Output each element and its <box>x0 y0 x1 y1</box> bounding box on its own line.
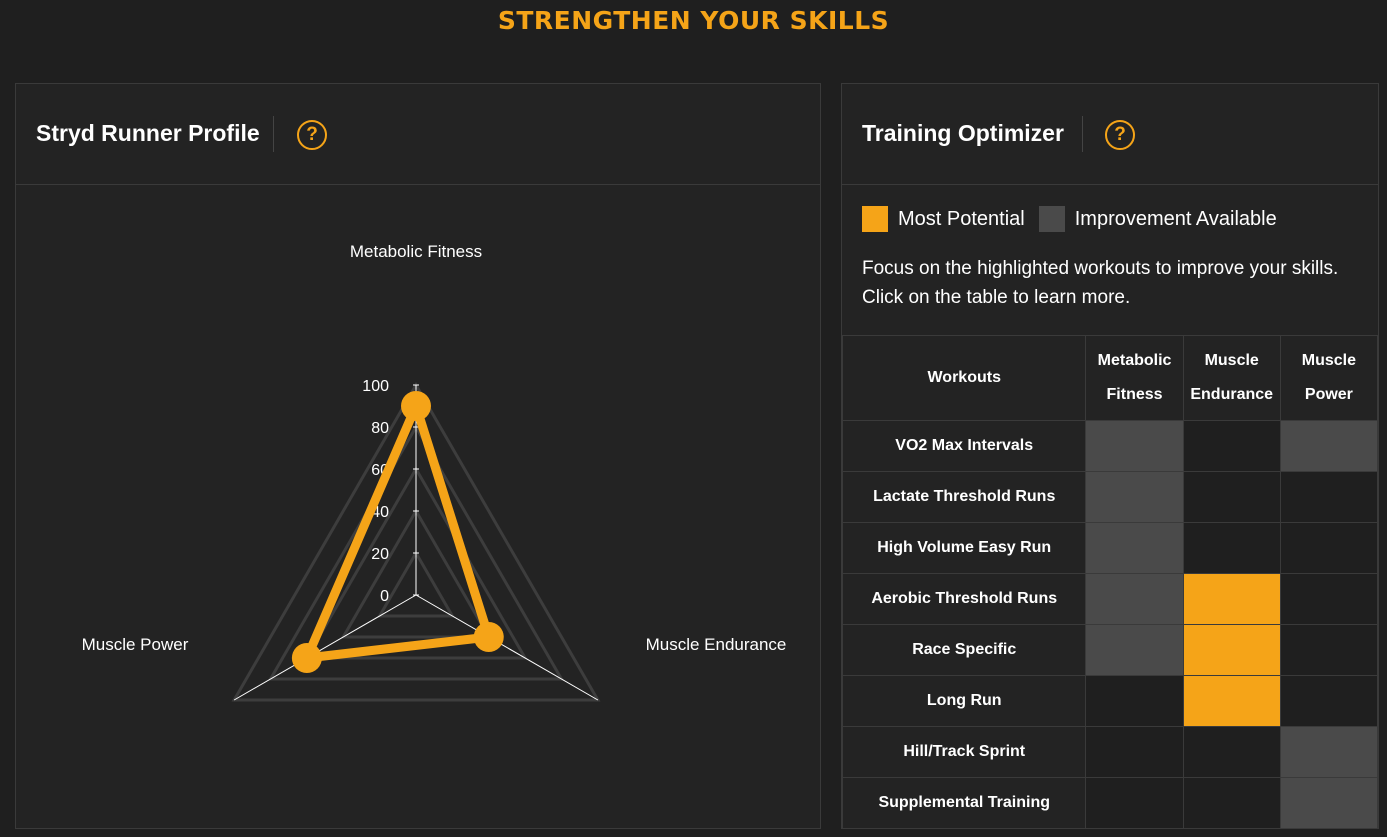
table-cell[interactable] <box>1085 726 1184 778</box>
legend-improvement-available: Improvement Available <box>1038 206 1277 232</box>
table-cell[interactable] <box>1279 777 1379 829</box>
header-line: Metabolic <box>1097 352 1172 369</box>
table-cell[interactable] <box>1279 471 1379 523</box>
training-optimizer-panel: Training Optimizer ? Most Potential Impr… <box>841 83 1379 829</box>
table-row[interactable]: Lactate Threshold Runs <box>841 471 1379 523</box>
table-row[interactable]: Race Specific <box>841 624 1379 676</box>
page-title: STRENGTHEN YOUR SKILLS <box>497 6 890 35</box>
table-cell[interactable] <box>1182 624 1281 676</box>
table-header-metabolic-fitness: Metabolic Fitness <box>1085 335 1184 421</box>
question-circle-icon[interactable]: ? <box>297 120 327 150</box>
radar-tick-label: 0 <box>380 588 389 605</box>
description-text: Focus on the highlighted workouts to imp… <box>862 258 1339 308</box>
table-cell[interactable] <box>1279 573 1379 625</box>
header-divider <box>273 116 274 152</box>
table-cell[interactable] <box>1279 420 1379 472</box>
table-row[interactable]: Hill/Track Sprint <box>841 726 1379 778</box>
workout-name[interactable]: Race Specific <box>841 624 1087 676</box>
header-line: Endurance <box>1190 386 1274 403</box>
table-cell[interactable] <box>1182 675 1281 727</box>
radar-tick-label: 20 <box>371 546 389 563</box>
table-row[interactable]: High Volume Easy Run <box>841 522 1379 574</box>
radar-axis-line <box>415 594 599 701</box>
workout-name[interactable]: High Volume Easy Run <box>841 522 1087 574</box>
header-divider <box>1082 116 1083 152</box>
table-cell[interactable] <box>1085 471 1184 523</box>
radar-data-point <box>291 643 322 673</box>
workout-name[interactable]: Aerobic Threshold Runs <box>841 573 1087 625</box>
workout-name[interactable]: Hill/Track Sprint <box>841 726 1087 778</box>
table-cell[interactable] <box>1085 573 1184 625</box>
table-row[interactable]: Aerobic Threshold Runs <box>841 573 1379 625</box>
table-cell[interactable] <box>1085 675 1184 727</box>
table-cell[interactable] <box>1279 522 1379 574</box>
radar-series-line <box>302 401 494 663</box>
table-row[interactable]: Supplemental Training <box>841 777 1379 829</box>
table-cell[interactable] <box>1182 522 1281 574</box>
table-cell[interactable] <box>1085 624 1184 676</box>
header-line: Power <box>1304 386 1353 403</box>
table-cell[interactable] <box>1182 726 1281 778</box>
runner-profile-title: Stryd Runner Profile <box>36 120 260 146</box>
radar-axis-label: Muscle Power <box>82 635 189 654</box>
table-row[interactable]: VO2 Max Intervals <box>841 420 1379 472</box>
table-cell[interactable] <box>1085 522 1184 574</box>
radar-chart: 020406080100Metabolic FitnessMuscle Endu… <box>82 242 787 702</box>
table-cell[interactable] <box>1182 573 1281 625</box>
header-line: Muscle <box>1301 352 1357 369</box>
table-cell[interactable] <box>1085 777 1184 829</box>
question-circle-icon[interactable]: ? <box>1105 120 1135 150</box>
table-header-muscle-endurance: Muscle Endurance <box>1182 335 1281 421</box>
legend-swatch-orange <box>862 206 888 232</box>
header-line: Muscle <box>1204 352 1259 369</box>
table-header-workouts: Workouts <box>841 335 1087 421</box>
table-header-muscle-power: Muscle Power <box>1279 335 1379 421</box>
workout-name[interactable]: Supplemental Training <box>841 777 1087 829</box>
workout-name[interactable]: Lactate Threshold Runs <box>841 471 1087 523</box>
table-cell[interactable] <box>1182 420 1281 472</box>
radar-axis-label: Muscle Endurance <box>646 635 787 654</box>
table-row[interactable]: Long Run <box>841 675 1379 727</box>
table-cell[interactable] <box>1279 726 1379 778</box>
table-cell[interactable] <box>1182 471 1281 523</box>
legend: Most Potential Improvement Available <box>862 205 1291 233</box>
workout-name[interactable]: Long Run <box>841 675 1087 727</box>
legend-improvement-label: Improvement Available <box>1074 207 1277 230</box>
header-line: Fitness <box>1106 386 1163 403</box>
training-optimizer-header: Training Optimizer ? <box>842 84 1378 185</box>
table-cell[interactable] <box>1279 675 1379 727</box>
legend-swatch-gray <box>1038 206 1065 232</box>
radar-data-point <box>401 391 431 421</box>
legend-most-label: Most Potential <box>898 207 1025 230</box>
radar-tick-label: 80 <box>371 420 389 437</box>
legend-most-potential: Most Potential <box>862 206 1025 232</box>
runner-profile-panel: Stryd Runner Profile ? 0 20 40 60 80 100 Metab… <box>15 83 821 829</box>
workout-name[interactable]: VO2 Max Intervals <box>841 420 1087 472</box>
radar-chart-wrap: 0 20 40 60 80 100 Metabolic Fitness Muscle Endu… <box>16 185 820 833</box>
training-optimizer-title: Training Optimizer <box>862 120 1064 146</box>
radar-tick-label: 100 <box>362 378 389 395</box>
table-cell[interactable] <box>1085 420 1184 472</box>
table-cell[interactable] <box>1279 624 1379 676</box>
runner-profile-header: Stryd Runner Profile ? <box>16 84 820 185</box>
radar-data-point <box>473 622 504 652</box>
radar-axis-label: Metabolic Fitness <box>350 242 482 261</box>
workouts-table[interactable]: Workouts Metabolic Fitness Muscle Endura… <box>841 335 1379 829</box>
table-cell[interactable] <box>1182 777 1281 829</box>
